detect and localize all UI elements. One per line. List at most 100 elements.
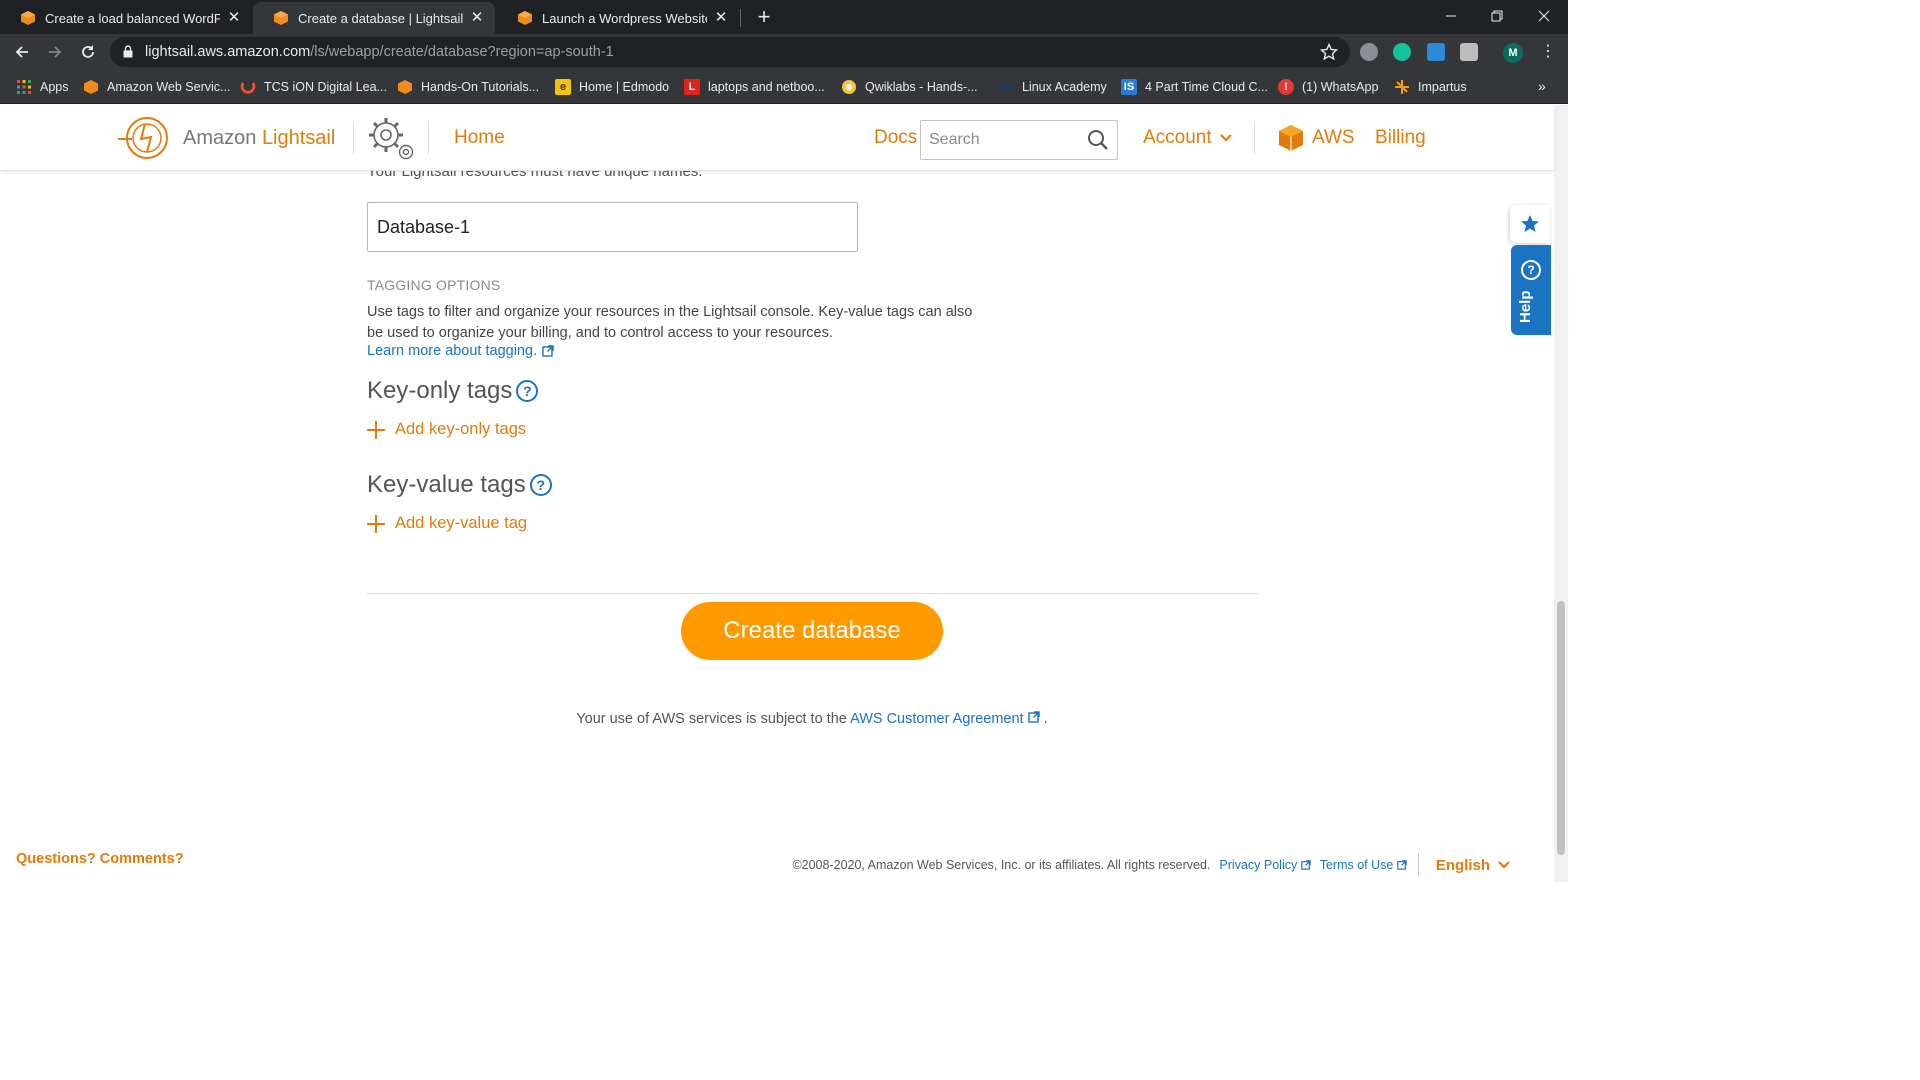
search-input[interactable] — [929, 130, 1079, 150]
key-only-tags-heading: Key-only tags ? — [367, 377, 539, 405]
add-key-value-tag-button[interactable]: Add key-value tag — [367, 514, 527, 533]
bookmark-apps[interactable]: Apps — [16, 78, 69, 96]
bookmark-whatsapp[interactable]: ! (1) WhatsApp — [1278, 78, 1378, 96]
bookmark-part-time-cloud[interactable]: IS 4 Part Time Cloud C... — [1121, 78, 1268, 96]
aws-customer-agreement-link[interactable]: AWS Customer Agreement — [850, 711, 1040, 727]
aws-agreement-notice: Your use of AWS services is subject to t… — [0, 711, 1554, 727]
bookmark-label: Apps — [40, 80, 69, 94]
whatsapp-icon: ! — [1278, 79, 1294, 95]
help-label: Help — [1517, 290, 1534, 324]
copyright-text: ©2008-2020, Amazon Web Services, Inc. or… — [792, 858, 1211, 872]
close-icon[interactable]: ✕ — [469, 10, 485, 26]
bookmark-hands-on-tutorials[interactable]: Hands-On Tutorials... — [397, 78, 539, 96]
lightsail-header: Amazon Lightsail Home Docs Account AWS B… — [0, 105, 1554, 171]
aws-cube-icon[interactable] — [1278, 124, 1304, 152]
bookmark-label: Amazon Web Servic... — [107, 80, 231, 94]
bookmark-amazon-web-services[interactable]: Amazon Web Servic... — [83, 78, 230, 96]
nav-docs[interactable]: Docs — [874, 127, 917, 149]
chevron-down-icon — [1219, 134, 1232, 142]
bookmark-impartus[interactable]: Impartus — [1394, 78, 1467, 96]
aws-cube-icon — [398, 80, 412, 94]
plus-icon — [367, 420, 385, 439]
question-circle-icon[interactable]: ? — [529, 474, 552, 496]
bookmark-label: 4 Part Time Cloud C... — [1145, 80, 1268, 94]
page-footer: ©2008-2020, Amazon Web Services, Inc. or… — [792, 853, 1510, 877]
back-button[interactable] — [10, 40, 34, 64]
add-key-only-tags-button[interactable]: Add key-only tags — [367, 420, 526, 439]
reload-button[interactable] — [76, 40, 100, 64]
grammarly-icon[interactable] — [1393, 43, 1411, 61]
tab-launch-wordpress[interactable]: Launch a Wordpress Website ✕ — [497, 2, 739, 34]
question-circle-icon[interactable]: ? — [516, 380, 539, 402]
extension-printer-icon[interactable] — [1460, 43, 1478, 61]
star-icon[interactable] — [1320, 43, 1338, 61]
browser-toolbar: lightsail.aws.amazon.com/ls/webapp/creat… — [0, 34, 1568, 70]
create-database-form: Your Lightsail resources must have uniqu… — [0, 171, 1554, 882]
url-text: lightsail.aws.amazon.com/ls/webapp/creat… — [145, 44, 614, 60]
bookmark-linux-academy[interactable]: Linux Academy — [998, 78, 1107, 96]
nav-aws[interactable]: AWS — [1312, 127, 1355, 149]
aws-cube-icon — [21, 11, 35, 25]
bookmark-qwiklabs[interactable]: Qwiklabs - Hands-... — [841, 78, 978, 96]
is-icon: IS — [1121, 79, 1137, 95]
external-link-icon — [1027, 711, 1040, 723]
lenovo-icon: L — [684, 79, 700, 95]
extension-share-icon[interactable] — [1427, 43, 1445, 61]
add-key-value-label: Add key-value tag — [395, 514, 528, 532]
external-link-icon — [542, 345, 554, 357]
gear-icon[interactable] — [366, 115, 418, 163]
tab-create-database[interactable]: Create a database | Lightsail ✕ — [253, 2, 495, 34]
lightsail-logo-icon[interactable] — [118, 115, 176, 161]
page-scrollbar[interactable] — [1554, 105, 1568, 882]
tab-separator — [740, 9, 741, 27]
tab-title: Create a load balanced WordPress — [45, 10, 220, 26]
bookmark-label: Hands-On Tutorials... — [421, 80, 540, 94]
help-widget[interactable]: ? Help — [1511, 245, 1551, 335]
close-window-button[interactable] — [1520, 0, 1568, 32]
new-tab-button[interactable]: + — [754, 6, 774, 28]
bookmarks-overflow-button[interactable]: » — [1538, 78, 1546, 94]
address-bar[interactable]: lightsail.aws.amazon.com/ls/webapp/creat… — [110, 37, 1350, 67]
agreement-suffix: . — [1043, 711, 1048, 727]
restore-button[interactable] — [1473, 0, 1521, 32]
browser-tab-bar: Create a load balanced WordPress ✕ Creat… — [0, 0, 1568, 34]
header-divider — [428, 122, 429, 154]
tcs-ion-icon — [240, 82, 256, 94]
nav-billing[interactable]: Billing — [1375, 127, 1426, 149]
bookmark-label: Linux Academy — [1022, 80, 1107, 94]
profile-avatar[interactable]: M — [1503, 43, 1523, 63]
terms-of-use-link[interactable]: Terms of Use — [1320, 858, 1407, 872]
language-label: English — [1435, 856, 1490, 874]
bookmark-tcs-ion[interactable]: TCS iON Digital Lea... — [240, 78, 387, 96]
privacy-policy-link[interactable]: Privacy Policy — [1219, 858, 1311, 872]
bookmarks-bar: Apps Amazon Web Servic... TCS iON Digita… — [0, 70, 1568, 104]
tab-title: Create a database | Lightsail — [298, 10, 463, 26]
close-icon[interactable]: ✕ — [226, 10, 242, 26]
tagging-description: Use tags to filter and organize your res… — [367, 304, 973, 341]
create-database-button[interactable]: Create database — [681, 602, 943, 660]
forward-button[interactable] — [43, 40, 67, 64]
bookmark-laptops[interactable]: L laptops and netboo... — [684, 78, 825, 96]
close-icon[interactable]: ✕ — [713, 10, 729, 26]
arrow-right-icon — [49, 46, 62, 58]
nav-home[interactable]: Home — [454, 127, 505, 149]
minimize-button[interactable] — [1427, 0, 1475, 32]
search-icon[interactable] — [1087, 129, 1109, 151]
learn-more-tagging-link[interactable]: Learn more about tagging. — [367, 343, 554, 359]
bookmark-edmodo[interactable]: e Home | Edmodo — [555, 78, 669, 96]
bookmark-label: Impartus — [1418, 80, 1467, 94]
unique-names-hint: Your Lightsail resources must have uniqu… — [367, 171, 703, 180]
database-name-input[interactable] — [367, 202, 858, 252]
tab-load-balanced-wordpress[interactable]: Create a load balanced WordPress ✕ — [0, 2, 252, 34]
nav-account[interactable]: Account — [1143, 127, 1232, 149]
external-link-icon — [1300, 860, 1311, 870]
questions-comments-link[interactable]: Questions? Comments? — [16, 851, 184, 867]
aws-cube-icon — [84, 80, 98, 94]
more-menu-icon[interactable]: ⋮ — [1540, 42, 1556, 62]
lock-icon — [123, 45, 133, 58]
lightsail-brand[interactable]: Amazon Lightsail — [183, 127, 335, 150]
extension-globe-icon[interactable] — [1360, 43, 1378, 61]
language-selector[interactable]: English — [1436, 857, 1510, 874]
favorite-widget[interactable] — [1510, 205, 1550, 243]
scrollbar-thumb[interactable] — [1557, 601, 1565, 855]
